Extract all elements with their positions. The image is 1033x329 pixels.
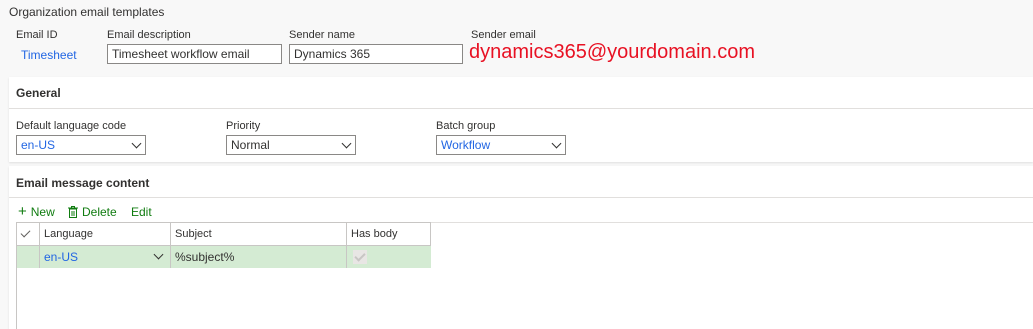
sender-name-field[interactable]: Dynamics 365 [289, 44, 463, 64]
new-button[interactable]: + New [18, 203, 55, 220]
column-header-has-body[interactable]: Has body [347, 223, 431, 246]
email-description-field[interactable]: Timesheet workflow email [107, 44, 282, 64]
row-subject-value: %subject% [175, 250, 235, 264]
plus-icon: + [18, 203, 27, 220]
general-divider [9, 108, 1033, 109]
priority-select[interactable]: Normal [226, 135, 356, 155]
trash-icon [68, 206, 78, 218]
email-id-link[interactable]: Timesheet [21, 48, 77, 62]
table-row-language-cell[interactable]: en-US [40, 246, 171, 268]
priority-value: Normal [231, 138, 270, 152]
general-section-title[interactable]: General [16, 86, 61, 100]
row-selector[interactable] [17, 246, 40, 268]
select-all-checkbox[interactable] [17, 223, 40, 246]
email-description-label: Email description [107, 29, 191, 41]
column-header-subject[interactable]: Subject [171, 223, 347, 246]
chevron-down-icon [153, 249, 164, 260]
default-language-select[interactable]: en-US [16, 135, 146, 155]
priority-label: Priority [226, 120, 261, 132]
batch-group-value: Workflow [441, 138, 491, 152]
row-language-value: en-US [44, 250, 79, 264]
delete-button[interactable]: Delete [68, 205, 117, 219]
table-row-has-body-cell [347, 246, 431, 268]
sender-email-value: dynamics365@yourdomain.com [469, 41, 755, 63]
check-icon [20, 227, 31, 238]
default-language-value: en-US [21, 138, 56, 152]
email-content-title[interactable]: Email message content [16, 176, 149, 190]
edit-button[interactable]: Edit [131, 205, 152, 219]
column-header-language[interactable]: Language [40, 223, 171, 246]
batch-group-label: Batch group [436, 120, 496, 132]
page-title: Organization email templates [9, 5, 165, 19]
grid-body-border [16, 268, 17, 329]
chevron-down-icon [551, 138, 562, 149]
default-language-label: Default language code [16, 120, 127, 132]
email-id-label: Email ID [16, 29, 58, 41]
table-row-subject-cell[interactable]: %subject% [171, 246, 347, 268]
new-button-label: New [30, 205, 55, 219]
batch-group-select[interactable]: Workflow [436, 135, 566, 155]
email-content-divider [9, 197, 1033, 198]
email-content-grid: Language Subject Has body en-US %subject… [16, 222, 431, 268]
sender-name-label: Sender name [289, 29, 356, 41]
chevron-down-icon [341, 138, 352, 149]
chevron-down-icon [131, 138, 142, 149]
check-icon [354, 250, 366, 262]
has-body-checkbox [353, 250, 367, 264]
sender-email-label: Sender email [471, 29, 536, 41]
edit-button-label: Edit [131, 205, 152, 219]
delete-button-label: Delete [82, 205, 117, 219]
